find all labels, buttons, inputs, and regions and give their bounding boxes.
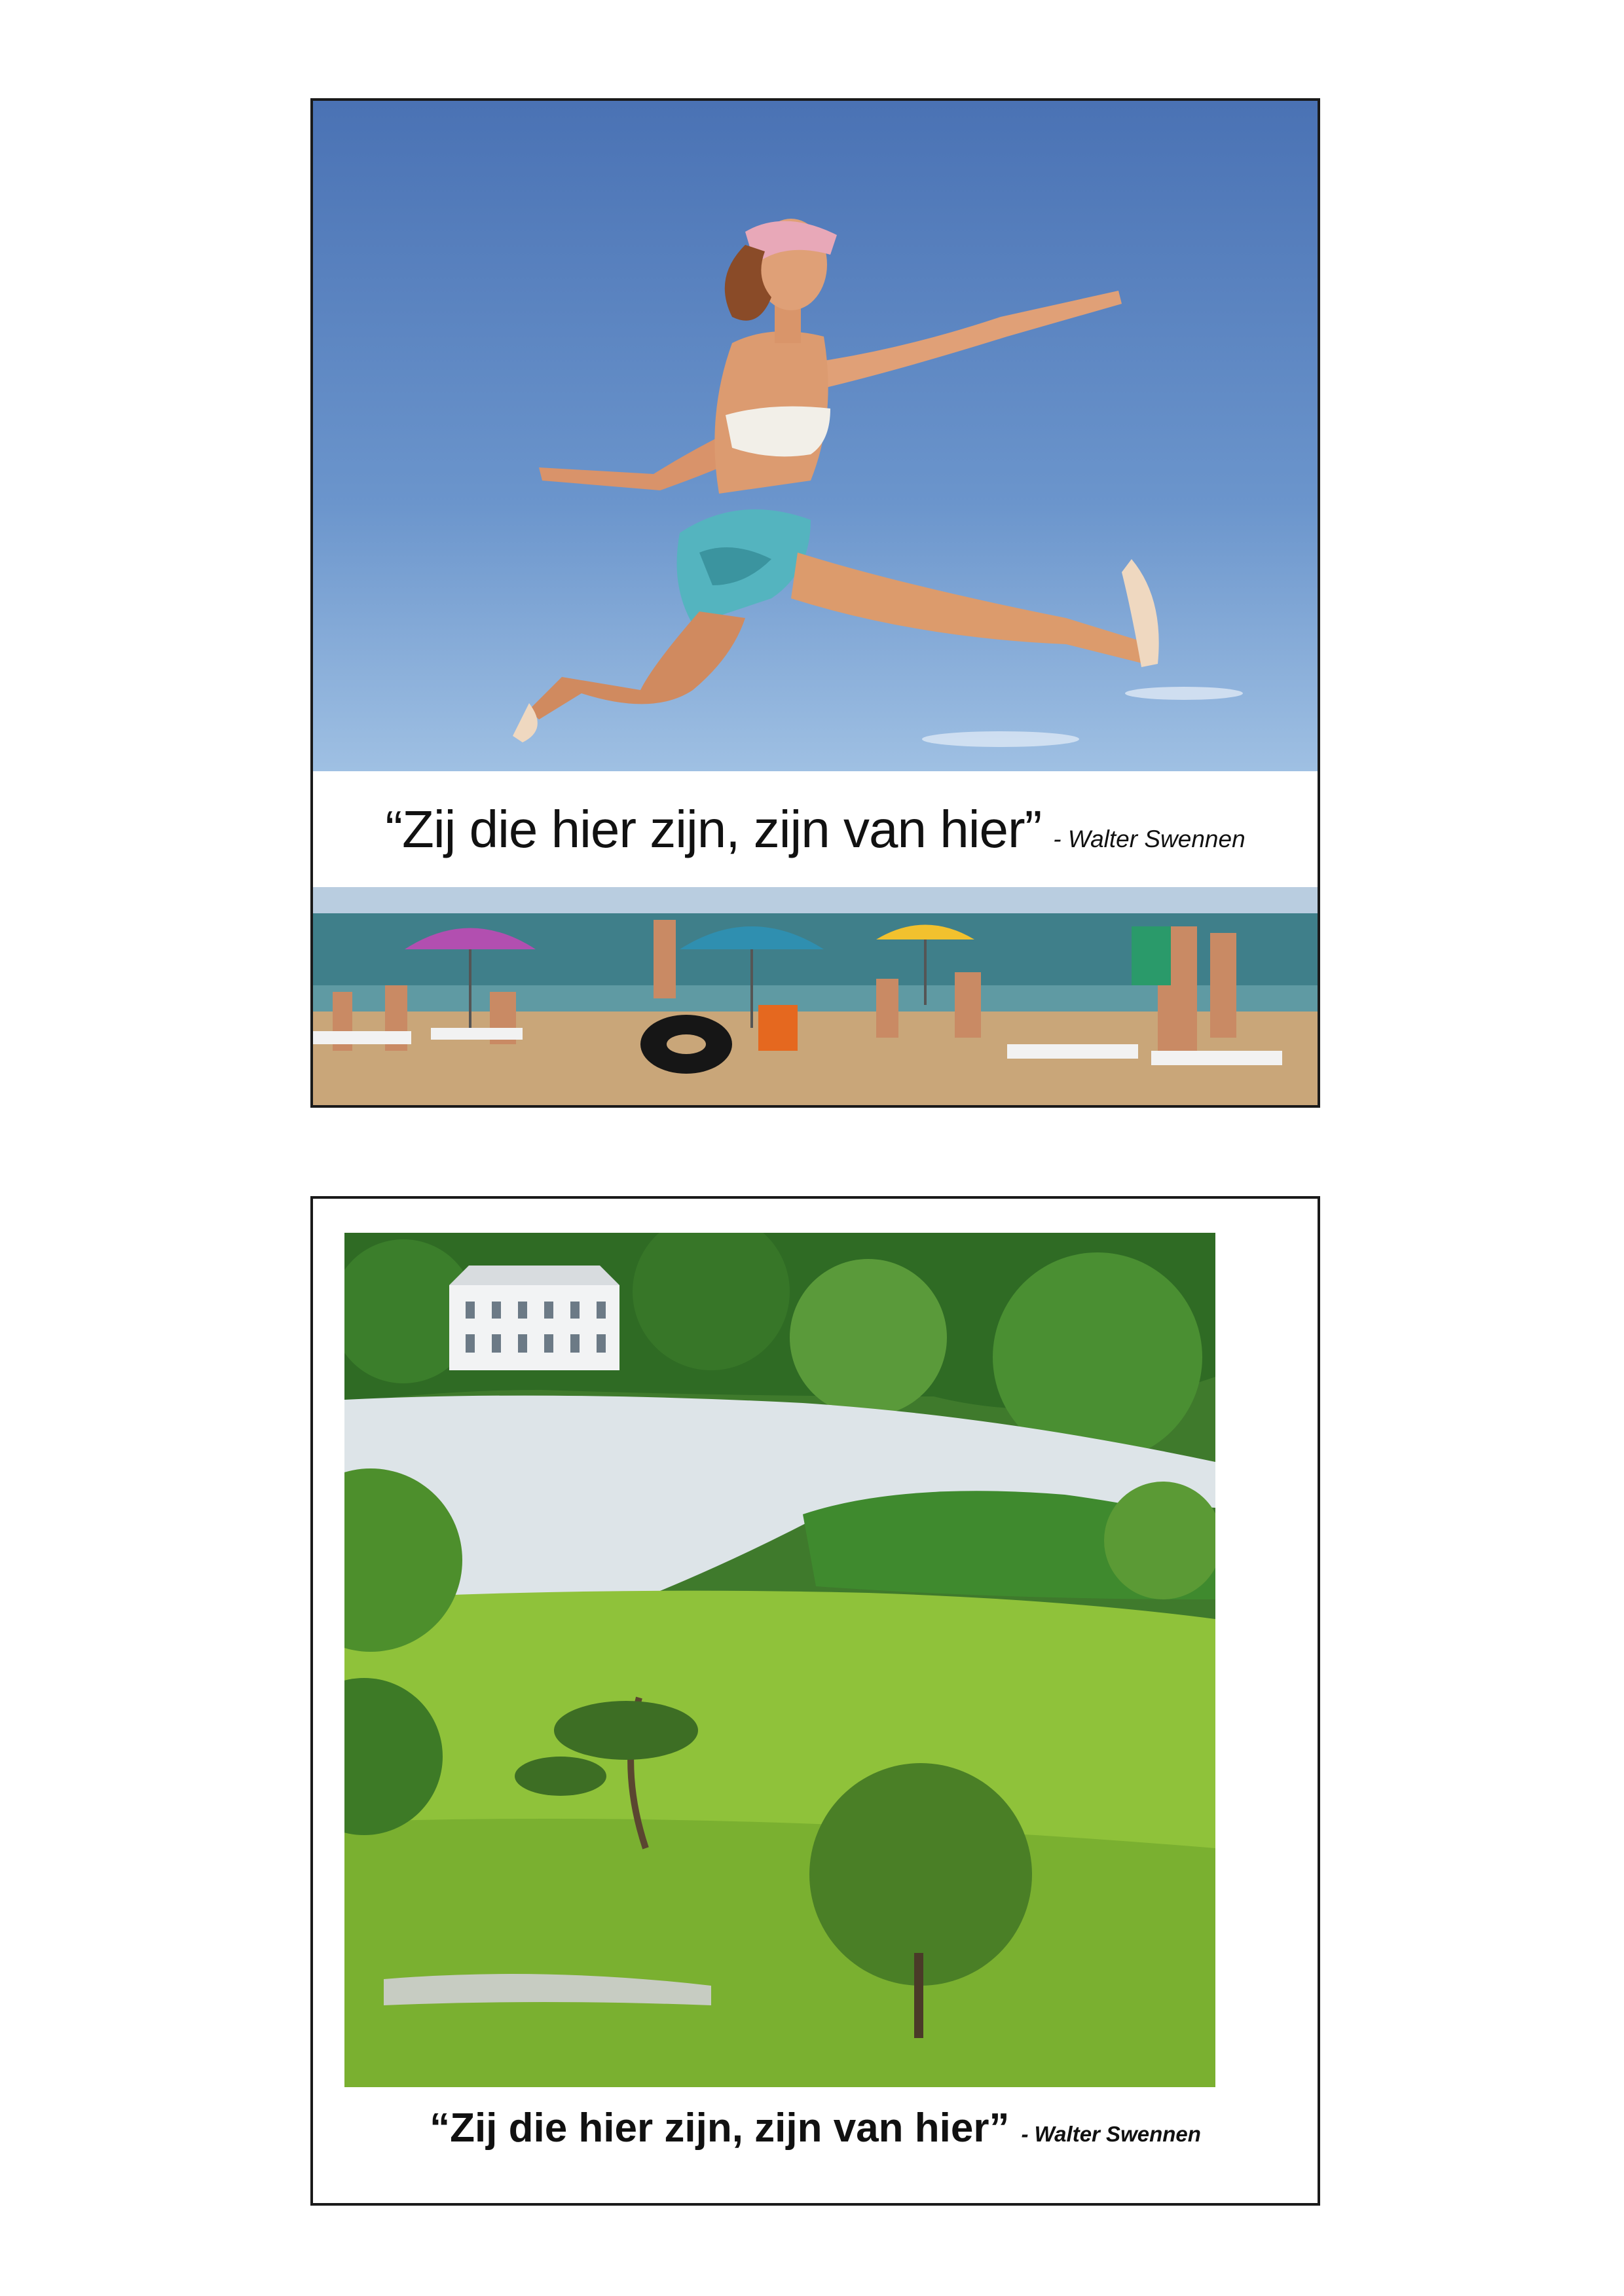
quote-caption: “Zij die hier zijn, zijn van hier” - Walt…	[313, 2096, 1318, 2161]
quote-text: “Zij die hier zijn, zijn van hier”	[385, 800, 1042, 858]
beach-crowd-photo	[313, 887, 1318, 1105]
quote-text: “Zij die hier zijn, zijn van hier”	[430, 2105, 1010, 2151]
quote-caption: “Zij die hier zijn, zijn van hier” - Walt…	[313, 771, 1318, 887]
postcard-beach: “Zij die hier zijn, zijn van hier” - Walt…	[310, 98, 1320, 1108]
jumping-woman-photo	[313, 101, 1318, 771]
lake-chateau-photo	[344, 1233, 1215, 2087]
quote-author: - Walter Swennen	[1053, 826, 1246, 852]
quote-author: - Walter Swennen	[1021, 2122, 1201, 2146]
postcard-lake: “Zij die hier zijn, zijn van hier” - Walt…	[310, 1196, 1320, 2206]
